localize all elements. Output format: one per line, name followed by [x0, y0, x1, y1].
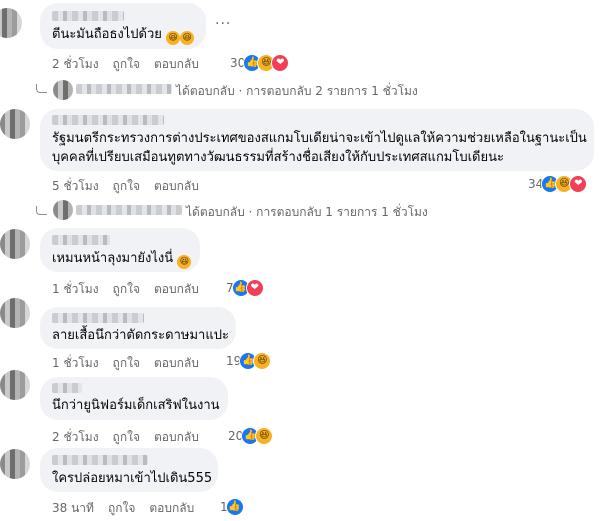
haha-emoji-icon: 😆	[166, 31, 181, 45]
comment-body: เหมนหน้าลุงมายังไงนี่ 😆	[52, 249, 192, 269]
comment-body: ตีนะมันถือธงไปด้วย 😆 😆	[52, 25, 195, 45]
reply-link[interactable]: ตอบกลับ	[149, 499, 194, 518]
reply-link[interactable]: ตอบกลับ	[154, 354, 199, 373]
comment-meta: 38 นาที ถูกใจ ตอบกลับ	[52, 499, 208, 518]
haha-reaction-icon: 😆	[255, 427, 274, 445]
reaction-summary[interactable]: 7 👍 ❤	[226, 279, 264, 297]
reaction-summary[interactable]: 30 👍 😆 ❤	[230, 54, 290, 72]
commenter-avatar[interactable]	[0, 229, 30, 259]
haha-emoji-icon: 😆	[177, 255, 192, 269]
reply-link[interactable]: ตอบกลับ	[154, 428, 199, 447]
haha-reaction-icon: 😆	[253, 352, 272, 370]
comment-text: เหมนหน้าลุงมายังไงนี่	[52, 251, 174, 266]
comment-meta: 1 ชั่วโมง ถูกใจ ตอบกลับ	[52, 354, 213, 373]
commenter-avatar[interactable]	[0, 370, 30, 400]
reaction-summary[interactable]: 20 👍 😆	[228, 427, 274, 445]
reply-link[interactable]: ตอบกลับ	[154, 177, 199, 196]
like-link[interactable]: ถูกใจ	[108, 499, 135, 518]
comment-text: นึกว่ายูนิฟอร์มเด็กเสริฟในงาน	[52, 398, 220, 413]
reply-arrow-icon	[36, 206, 47, 215]
replied-label: ได้ตอบกลับ	[186, 205, 245, 219]
comment-meta: 1 ชั่วโมง ถูกใจ ตอบกลับ	[52, 280, 213, 299]
comment-time[interactable]: 5 ชั่วโมง	[52, 177, 99, 196]
reply-time: 1 ชั่วโมง	[381, 205, 428, 219]
comment-meta: 2 ชั่วโมง ถูกใจ ตอบกลับ	[52, 428, 213, 447]
reaction-summary[interactable]: 34 👍 😆 ❤	[528, 175, 588, 193]
reply-link[interactable]: ตอบกลับ	[154, 55, 199, 74]
comment-text: ใครปล่อยหมาเข้าไปเดิน555	[52, 471, 213, 486]
commenter-name[interactable]	[52, 115, 164, 125]
like-link[interactable]: ถูกใจ	[113, 280, 140, 299]
commenter-avatar[interactable]	[0, 449, 30, 479]
comment-text: ตีนะมันถือธงไปด้วย	[52, 27, 162, 42]
comment-text: รัฐมนตรีกระทรวงการต่างประเทศของสแกมโบเดี…	[52, 131, 587, 165]
comment-bubble: ตีนะมันถือธงไปด้วย 😆 😆	[40, 3, 206, 49]
commenter-name[interactable]	[52, 455, 148, 465]
view-replies-link[interactable]: ได้ตอบกลับ · การตอบกลับ 1 รายการ 1 ชั่วโ…	[186, 203, 428, 222]
reaction-summary[interactable]: 1 👍	[220, 498, 244, 516]
reply-link[interactable]: ตอบกลับ	[154, 280, 199, 299]
comment-time[interactable]: 1 ชั่วโมง	[52, 280, 99, 299]
commenter-avatar[interactable]	[0, 298, 30, 328]
like-reaction-icon: 👍	[225, 498, 244, 516]
like-link[interactable]: ถูกใจ	[113, 177, 140, 196]
separator: ·	[238, 84, 243, 98]
comment-time[interactable]: 1 ชั่วโมง	[52, 354, 99, 373]
reply-arrow-icon	[36, 84, 47, 93]
like-link[interactable]: ถูกใจ	[113, 55, 140, 74]
commenter-name[interactable]	[52, 313, 144, 323]
replied-label: ได้ตอบกลับ	[176, 84, 235, 98]
replier-name	[76, 205, 182, 215]
like-link[interactable]: ถูกใจ	[113, 354, 140, 373]
love-reaction-icon: ❤	[245, 279, 264, 297]
commenter-name[interactable]	[52, 11, 124, 21]
comment-time[interactable]: 2 ชั่วโมง	[52, 428, 99, 447]
commenter-avatar[interactable]	[0, 8, 22, 38]
commenter-name[interactable]	[52, 235, 110, 245]
more-options-icon[interactable]: ...	[215, 12, 231, 28]
reaction-summary[interactable]: 19 👍 😆	[226, 352, 272, 370]
comment-text: ลายเสื้อนึกว่าตัดกระดาษมาแปะ	[52, 328, 229, 343]
reply-count: การตอบกลับ 1 รายการ	[256, 205, 378, 219]
love-reaction-icon: ❤	[569, 175, 588, 193]
comment-bubble: นึกว่ายูนิฟอร์มเด็กเสริฟในงาน	[40, 377, 228, 420]
reply-count: การตอบกลับ 2 รายการ	[246, 84, 368, 98]
comment-meta: 2 ชั่วโมง ถูกใจ ตอบกลับ	[52, 55, 213, 74]
like-link[interactable]: ถูกใจ	[113, 428, 140, 447]
comment-bubble: ใครปล่อยหมาเข้าไปเดิน555	[40, 448, 218, 492]
separator: ·	[248, 205, 253, 219]
view-replies-link[interactable]: ได้ตอบกลับ · การตอบกลับ 2 รายการ 1 ชั่วโ…	[176, 82, 418, 101]
replier-avatar	[53, 80, 73, 100]
comment-bubble: เหมนหน้าลุงมายังไงนี่ 😆	[40, 228, 200, 272]
comment-time[interactable]: 2 ชั่วโมง	[52, 55, 99, 74]
comment-time[interactable]: 38 นาที	[52, 499, 94, 518]
comment-meta: 5 ชั่วโมง ถูกใจ ตอบกลับ	[52, 177, 213, 196]
commenter-avatar[interactable]	[0, 109, 30, 139]
replier-avatar	[53, 200, 73, 220]
commenter-name[interactable]	[52, 383, 82, 393]
love-reaction-icon: ❤	[271, 54, 290, 72]
comment-bubble: รัฐมนตรีกระทรวงการต่างประเทศของสแกมโบเดี…	[40, 109, 594, 171]
haha-emoji-icon: 😆	[180, 31, 195, 45]
reply-time: 1 ชั่วโมง	[371, 84, 418, 98]
replier-name	[76, 84, 172, 94]
comment-bubble: ลายเสื้อนึกว่าตัดกระดาษมาแปะ	[40, 307, 236, 349]
